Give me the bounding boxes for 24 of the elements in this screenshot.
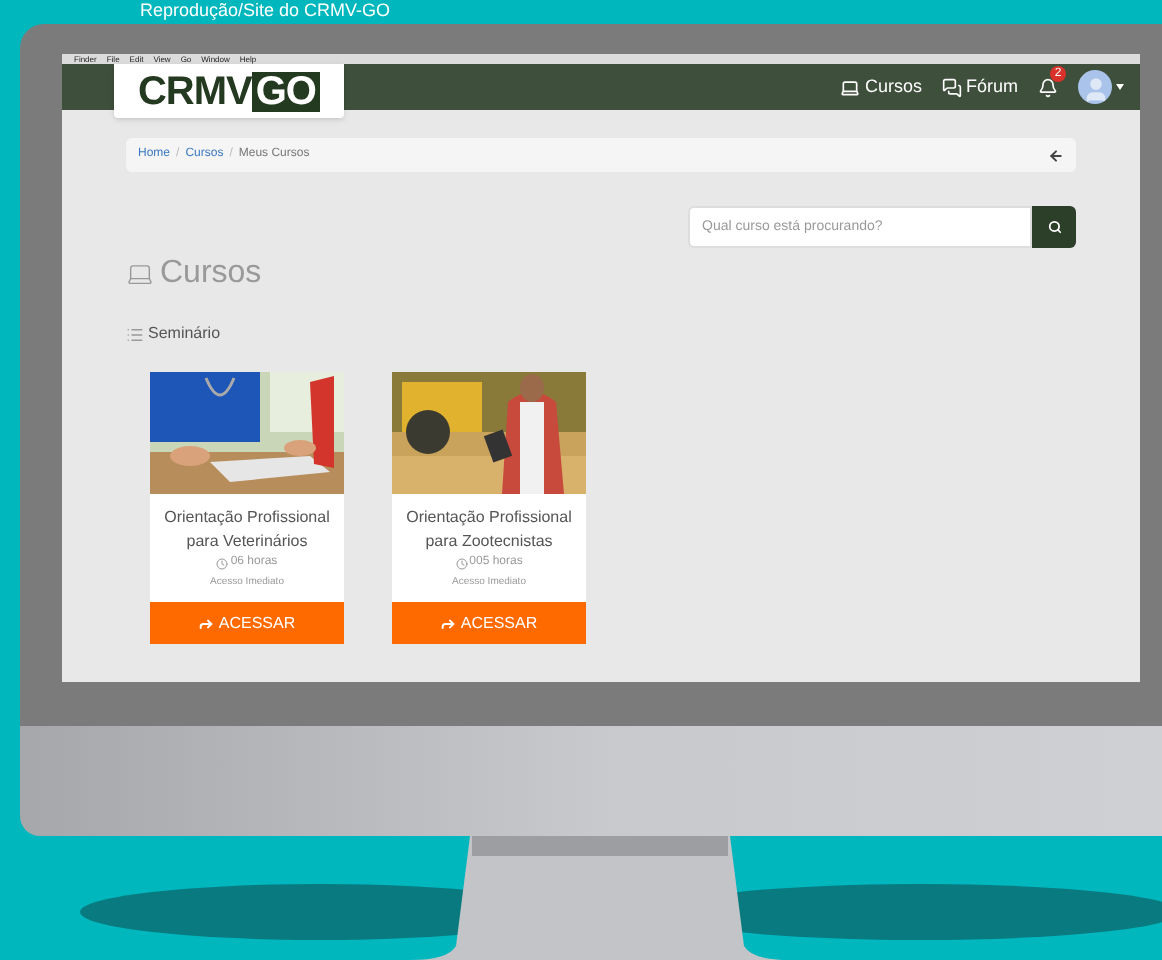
nav-link[interactable]: Fórum <box>941 73 1018 101</box>
nav-link[interactable]: Cursos <box>840 73 922 101</box>
caret-icon[interactable] <box>1116 84 1124 90</box>
avatar[interactable] <box>1078 70 1112 104</box>
chat-icon <box>941 77 962 97</box>
share-arrow-icon <box>440 615 457 631</box>
page-title: Cursos <box>160 254 262 294</box>
logo-text: GO <box>251 71 320 111</box>
logo[interactable]: CRMVGO <box>114 64 344 118</box>
clock-icon <box>216 557 229 569</box>
section-title: Seminário <box>148 322 221 346</box>
search-icon <box>1047 220 1061 234</box>
logo-text: CRMV <box>137 71 252 111</box>
image-caption: Reprodução/Site do CRMV-GO <box>140 0 391 20</box>
share-arrow-icon <box>198 615 215 631</box>
course-title: Orientação Profissional para Zootecnistas <box>404 506 574 554</box>
laptop-icon <box>840 77 861 97</box>
course-title: Orientação Profissional para Veterinários <box>162 506 332 554</box>
search-button[interactable] <box>1032 206 1076 248</box>
clock-icon <box>455 557 468 569</box>
bell-icon[interactable] <box>1038 77 1058 97</box>
list-icon <box>126 325 144 343</box>
back-arrow-icon[interactable] <box>1048 147 1064 163</box>
laptop-icon <box>126 260 154 288</box>
